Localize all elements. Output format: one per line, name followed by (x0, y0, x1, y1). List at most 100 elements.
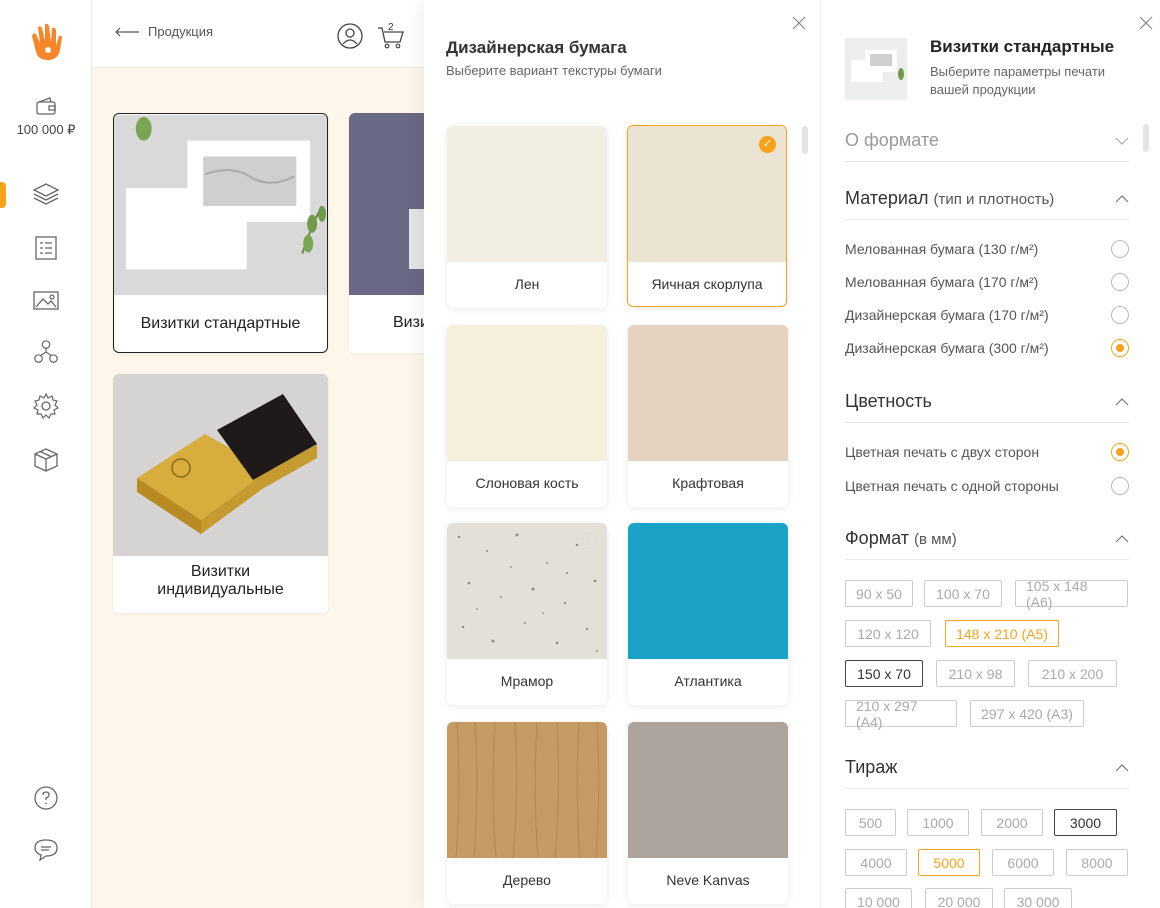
radio-button[interactable] (1111, 306, 1129, 324)
cart-count: 2 (388, 22, 394, 33)
run-chip-hover[interactable]: 3000 (1054, 809, 1117, 836)
texture-name: Крафтовая (672, 475, 744, 491)
size-chip[interactable]: 120 x 120 (845, 620, 931, 647)
radio-button[interactable] (1111, 477, 1129, 495)
wallet[interactable]: 100 000 ₽ (0, 96, 92, 138)
back-link[interactable]: Продукция (114, 24, 213, 39)
section-run[interactable]: Тираж (845, 757, 1129, 789)
section-color[interactable]: Цветность (845, 391, 1129, 423)
texture-panel-title: Дизайнерская бумага (446, 38, 627, 57)
section-material[interactable]: Материал (тип и плотность) (845, 188, 1129, 220)
section-format-info[interactable]: О формате (845, 130, 1129, 162)
radio-button[interactable] (1111, 240, 1129, 258)
option-label: Мелованная бумага (130 г/м²) (845, 241, 1039, 257)
settings-icon[interactable] (32, 392, 60, 420)
size-chip-hover[interactable]: 150 x 70 (845, 660, 923, 687)
material-option[interactable]: Дизайнерская бумага (300 г/м²) (845, 339, 1129, 357)
texture-swatch (628, 722, 788, 858)
size-chip[interactable]: 105 x 148 (A6) (1015, 578, 1128, 610)
top-bar: Продукция 2 (92, 0, 424, 68)
size-chip-selected[interactable]: 148 x 210 (A5) (945, 620, 1059, 647)
size-chip[interactable]: 210 x 200 (1028, 660, 1117, 687)
texture-name: Яичная скорлупа (651, 276, 763, 292)
option-label: Дизайнерская бумага (170 г/м²) (845, 307, 1049, 323)
chevron-down-icon (1115, 137, 1129, 145)
texture-card[interactable]: Атлантика (628, 523, 788, 705)
texture-name: Слоновая кость (475, 475, 579, 491)
size-chip[interactable]: 210 x 297 (A4) (845, 698, 957, 730)
texture-card[interactable]: Лен (447, 126, 607, 308)
texture-name: Дерево (503, 872, 551, 888)
run-chip[interactable]: 2000 (981, 809, 1043, 836)
radio-button-selected[interactable] (1111, 339, 1129, 357)
material-option[interactable]: Мелованная бумага (130 г/м²) (845, 240, 1129, 258)
chevron-up-icon (1115, 534, 1129, 542)
texture-swatch (628, 523, 788, 659)
texture-card[interactable]: ✓ Мрамор (447, 523, 607, 705)
panel-subtitle: Выберите параметры печати вашей продукци… (930, 64, 1106, 97)
texture-card[interactable]: Neve Kanvas (628, 722, 788, 904)
size-chip[interactable]: 297 x 420 (A3) (970, 700, 1084, 727)
section-title-note: (тип и плотность) (933, 191, 1055, 208)
scrollbar[interactable] (802, 126, 808, 154)
run-chip[interactable]: 20 000 (925, 888, 993, 908)
texture-card[interactable]: Слоновая кость (447, 325, 607, 507)
radio-button[interactable] (1111, 273, 1129, 291)
user-icon[interactable] (336, 22, 364, 50)
texture-swatch (447, 325, 607, 461)
run-chip-selected[interactable]: 5000 (918, 849, 980, 876)
option-label: Мелованная бумага (170 г/м²) (845, 274, 1039, 290)
run-chip[interactable]: 6000 (992, 849, 1054, 876)
images-icon[interactable] (32, 286, 60, 314)
section-title: Цветность (845, 391, 932, 411)
box-icon[interactable] (32, 446, 60, 474)
product-image (349, 113, 425, 295)
chevron-up-icon (1115, 763, 1129, 771)
color-option[interactable]: Цветная печать с двух сторон (845, 443, 1129, 461)
help-icon[interactable] (32, 784, 60, 812)
product-card-second[interactable]: Визи (349, 113, 425, 353)
radio-button-selected[interactable] (1111, 443, 1129, 461)
texture-card[interactable]: Крафтовая (628, 325, 788, 507)
material-option[interactable]: Дизайнерская бумага (170 г/м²) (845, 306, 1129, 324)
size-chip[interactable]: 100 x 70 (924, 580, 1002, 607)
run-chip[interactable]: 30 000 (1004, 888, 1072, 908)
run-chip[interactable]: 500 (845, 809, 896, 836)
product-thumbnail (845, 38, 907, 100)
run-chip[interactable]: 10 000 (845, 888, 912, 908)
check-icon: ✓ (581, 533, 597, 549)
section-size[interactable]: Формат (в мм) (845, 528, 1129, 560)
chevron-up-icon (1115, 194, 1129, 202)
size-chip[interactable]: 210 x 98 (936, 660, 1015, 687)
texture-card[interactable]: Дерево (447, 722, 607, 904)
catalog-icon[interactable] (32, 234, 60, 262)
product-card-individual[interactable]: Визитки индивидуальные (113, 374, 328, 613)
print-options-panel: Визитки стандартные Выберите параметры п… (820, 0, 1160, 908)
hand-logo-icon[interactable] (24, 22, 66, 64)
check-icon: ✓ (759, 136, 776, 153)
size-chip[interactable]: 90 x 50 (845, 580, 913, 607)
scrollbar[interactable] (1143, 124, 1149, 152)
nav-active-marker (0, 182, 6, 208)
layers-icon[interactable] (32, 180, 60, 208)
color-option[interactable]: Цветная печать с одной стороны (845, 477, 1129, 495)
run-chip[interactable]: 4000 (845, 849, 907, 876)
material-option[interactable]: Мелованная бумага (170 г/м²) (845, 273, 1129, 291)
chevron-up-icon (1115, 397, 1129, 405)
close-icon[interactable] (1139, 16, 1153, 30)
team-icon[interactable] (32, 338, 60, 366)
texture-name: Атлантика (674, 673, 742, 689)
texture-swatch (628, 325, 788, 461)
arrow-left-icon (115, 27, 139, 36)
run-chip[interactable]: 1000 (907, 809, 969, 836)
product-image (113, 374, 328, 556)
section-title: О формате (845, 130, 939, 150)
close-icon[interactable] (792, 16, 806, 30)
run-chip[interactable]: 8000 (1066, 849, 1128, 876)
section-title: Тираж (845, 757, 898, 777)
product-card-standard[interactable]: Визитки стандартные (113, 113, 328, 353)
texture-card-selected[interactable]: ✓ Яичная скорлупа (627, 125, 787, 307)
texture-name: Мрамор (500, 673, 554, 689)
texture-swatch (447, 126, 607, 262)
chat-icon[interactable] (32, 836, 60, 864)
